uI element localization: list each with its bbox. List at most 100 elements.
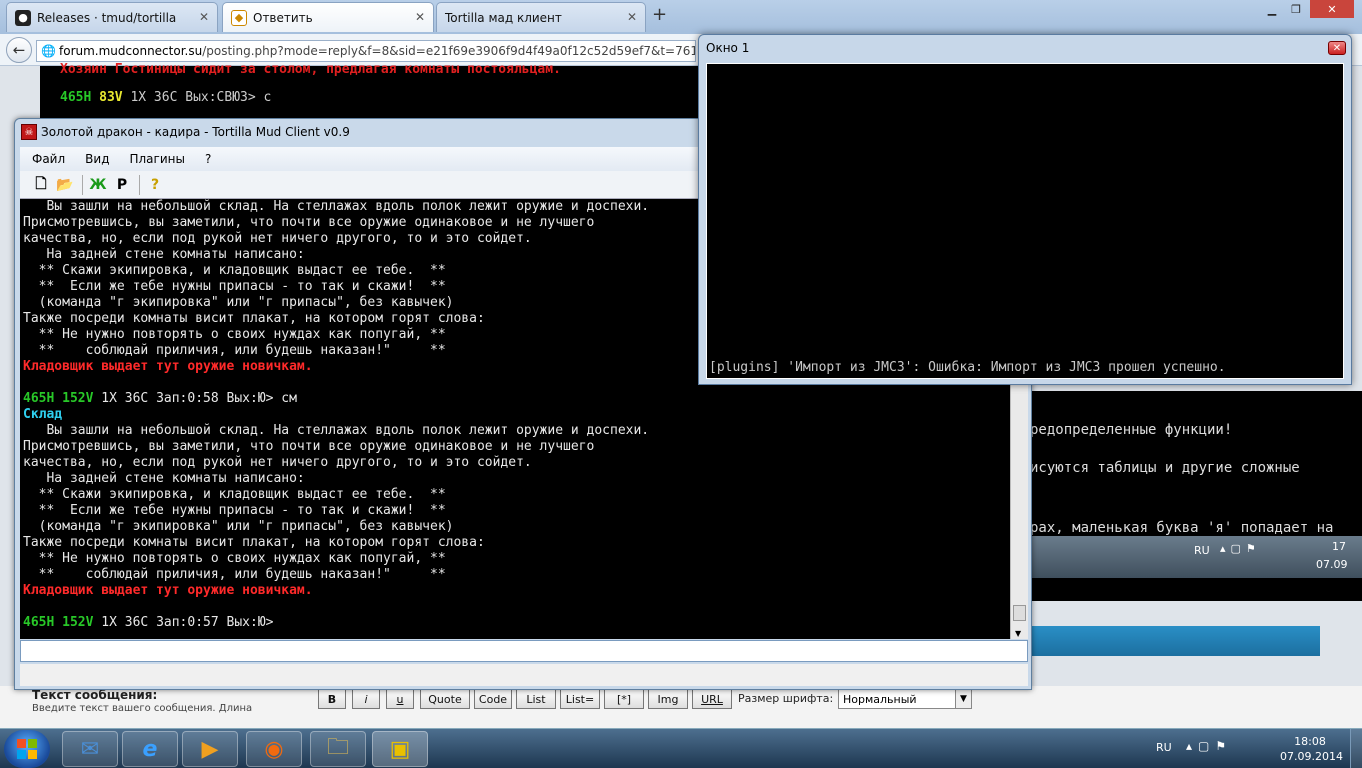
back-button[interactable]: ← (6, 37, 32, 63)
scroll-down-icon[interactable]: ▼ (1015, 629, 1021, 638)
bg-lang: RU (1194, 544, 1210, 557)
url-domain: forum.mudconnector.su (59, 44, 203, 58)
tab-releases[interactable]: ● Releases · tmud/tortilla ✕ (6, 2, 218, 32)
open-folder-icon[interactable]: 📂 (54, 174, 76, 196)
close-icon[interactable]: ✕ (627, 10, 637, 24)
post-label: Текст сообщения: (32, 688, 158, 702)
forum-icon: ◆ (231, 9, 247, 26)
output-line: На задней стене комнаты написано: (23, 471, 305, 486)
clock[interactable]: 18:08 07.09.2014 (1280, 734, 1343, 764)
github-icon: ● (15, 9, 31, 26)
close-icon[interactable]: ✕ (415, 10, 425, 24)
tray-icons[interactable]: ▴▢⚑ (1186, 739, 1232, 753)
scrollbar-thumb[interactable] (1013, 605, 1026, 621)
underline-button[interactable]: u (386, 689, 414, 709)
new-file-icon[interactable]: 🗋 (30, 174, 52, 196)
clock-date: 07.09.2014 (1280, 750, 1343, 763)
tab-label: Releases · tmud/tortilla (37, 10, 177, 25)
plugin-window: Окно 1 ✕ [plugins] 'Импорт из JMC3': Оши… (698, 34, 1352, 385)
tortilla-icon[interactable]: ▣ (372, 731, 428, 767)
tab-label: Ответить (253, 10, 313, 25)
plugin-message: [plugins] 'Импорт из JMC3': Ошибка: Импо… (709, 360, 1226, 375)
output-line: ** Если же тебе нужны припасы - то так и… (23, 503, 446, 518)
bold-button[interactable]: B (318, 689, 346, 709)
media-player-icon[interactable]: ▶ (182, 731, 238, 767)
explorer-folder-icon[interactable]: 🗀 (310, 731, 366, 767)
tab-bar: ● Releases · tmud/tortilla ✕ ◆ Ответить … (0, 0, 1362, 34)
bg-date: 07.09 (1316, 558, 1348, 571)
font-size-label: Размер шрифта: (738, 692, 834, 705)
language-indicator[interactable]: RU (1156, 741, 1172, 754)
menu-file[interactable]: Файл (20, 152, 73, 166)
bg-text-line: рах, маленькая буква 'я' попадает на (1030, 520, 1334, 536)
bg-text-line: редопределенные функции! (1030, 422, 1233, 438)
output-line: (команда "г экипировка" или "г припасы",… (23, 519, 454, 534)
menu-help[interactable]: ? (193, 152, 219, 166)
bg-term-line: Хозяин Гостиницы сидит за столом, предла… (60, 62, 561, 77)
url-button[interactable]: URL (692, 689, 732, 709)
address-bar[interactable]: 🌐 forum.mudconnector.su/posting.php?mode… (36, 40, 696, 62)
thunderbird-icon[interactable]: ✉ (62, 731, 118, 767)
background-taskbar: RU ▴▢⚑ 17 07.09 (1030, 536, 1362, 578)
highlight-icon[interactable]: Ж (87, 174, 109, 196)
maximize-icon[interactable]: ❐ (1284, 0, 1308, 18)
chevron-down-icon: ▼ (955, 690, 971, 708)
bg-term-prompt: 465H 83V 1X 36C Вых:СВЮЗ> с (60, 90, 272, 105)
tab-tortilla[interactable]: Tortilla мад клиент ✕ (436, 2, 646, 32)
help-icon[interactable]: ? (144, 174, 166, 196)
url-path: /posting.php?mode=reply&f=8&sid=e21f69e3… (202, 44, 696, 58)
start-button[interactable] (4, 730, 50, 768)
list-ordered-button[interactable]: List= (560, 689, 600, 709)
code-button[interactable]: Code (474, 689, 512, 709)
output-line: Присмотревшись, вы заметили, что почти в… (23, 439, 595, 454)
bg-time: 17 (1332, 540, 1346, 553)
client-status-bar (20, 664, 1028, 686)
toolbar-separator (82, 174, 83, 195)
bg-tray-icons: ▴▢⚑ (1220, 542, 1261, 555)
bg-text-line: исуются таблицы и другие сложные (1030, 460, 1300, 476)
close-icon[interactable]: ✕ (199, 10, 209, 24)
tab-reply[interactable]: ◆ Ответить ✕ (222, 2, 434, 32)
output-line: 465H 152V 1X 36C Зап:0:58 Вых:Ю> см (23, 391, 297, 406)
internet-explorer-icon[interactable]: e (122, 731, 178, 767)
firefox-icon[interactable]: ◉ (246, 731, 302, 767)
italic-button[interactable]: i (352, 689, 380, 709)
output-line: Также посреди комнаты висит плакат, на к… (23, 535, 485, 550)
client-title-bar: ☠ Золотой дракон - кадира - Tortilla Mud… (21, 123, 350, 141)
list-item-button[interactable]: [*] (604, 689, 644, 709)
quote-button[interactable]: Quote (420, 689, 470, 709)
output-line: ** соблюдай приличия, или будешь наказан… (23, 567, 446, 582)
windows-taskbar: ✉ e ▶ ◉ 🗀 ▣ RU ▴▢⚑ 18:08 07.09.2014 (0, 728, 1362, 768)
plugins-icon[interactable]: P (111, 174, 133, 196)
tortilla-app-icon: ☠ (21, 124, 37, 140)
minimize-icon[interactable]: ▁ (1260, 0, 1284, 18)
show-desktop-button[interactable] (1350, 729, 1362, 768)
close-window-icon[interactable]: ✕ (1310, 0, 1354, 18)
menu-view[interactable]: Вид (73, 152, 117, 166)
font-size-value: Нормальный (843, 693, 917, 706)
plugin-window-output: [plugins] 'Импорт из JMC3': Ошибка: Импо… (706, 63, 1344, 379)
output-line: Склад (23, 407, 63, 422)
list-button[interactable]: List (516, 689, 556, 709)
globe-icon: 🌐 (41, 44, 56, 58)
post-hint: Введите текст вашего сообщения. Длина (32, 703, 253, 714)
post-editor-bar: Текст сообщения: Введите текст вашего со… (0, 686, 1362, 728)
img-button[interactable]: Img (648, 689, 688, 709)
font-size-select[interactable]: Нормальный ▼ (838, 689, 972, 709)
menu-plugins[interactable]: Плагины (117, 152, 192, 166)
output-line: Вы зашли на небольшой склад. На стеллажа… (23, 423, 650, 438)
tab-label: Tortilla мад клиент (445, 10, 562, 25)
forum-header-bar (1030, 626, 1320, 656)
close-icon[interactable]: ✕ (1328, 41, 1346, 55)
new-tab-button[interactable]: + (652, 4, 667, 25)
plugin-window-title: Окно 1 (706, 41, 750, 55)
output-line: Кладовщик выдает тут оружие новичкам. (23, 583, 313, 598)
toolbar-separator (139, 174, 140, 195)
command-input[interactable] (20, 640, 1028, 662)
windows-logo-icon (17, 739, 37, 759)
output-line: качества, но, если под рукой нет ничего … (23, 455, 532, 470)
output-line: 465H 152V 1X 36C Зап:0:57 Вых:Ю> (23, 615, 274, 630)
client-title: Золотой дракон - кадира - Tortilla Mud C… (41, 125, 350, 139)
clock-time: 18:08 (1294, 735, 1326, 748)
